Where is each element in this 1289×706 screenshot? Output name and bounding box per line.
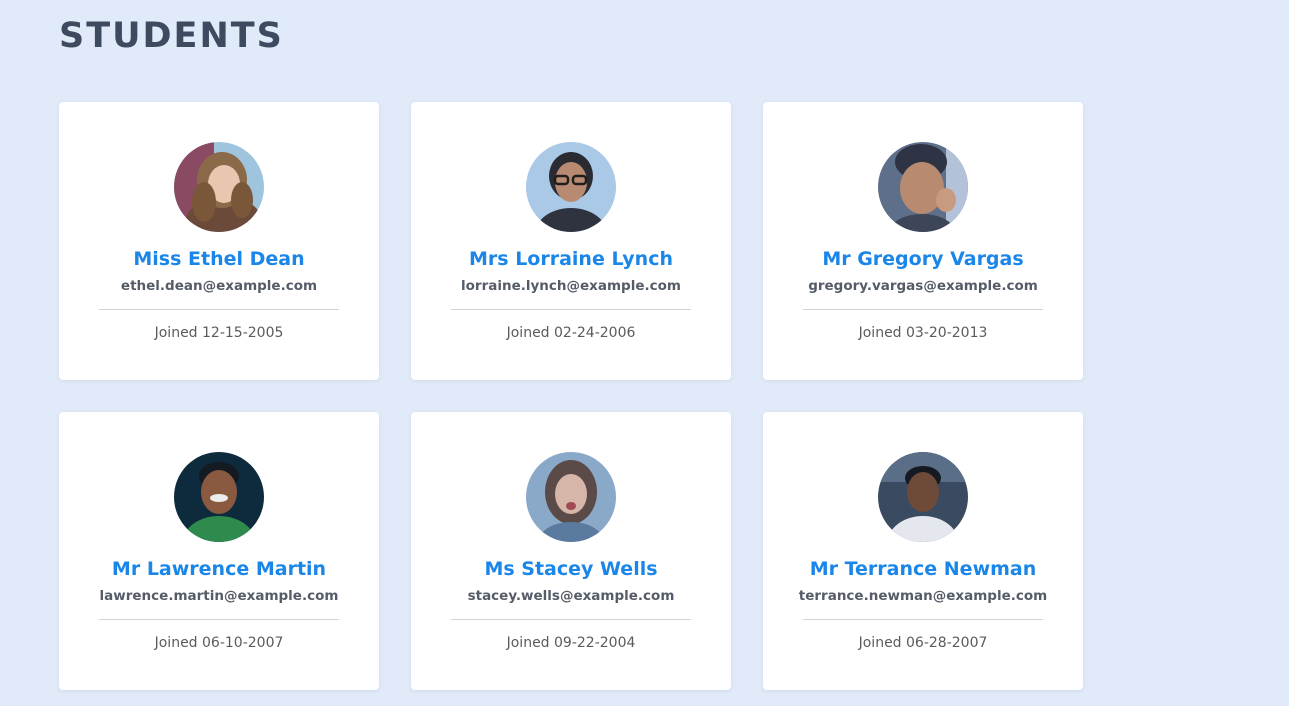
student-name: Mrs Lorraine Lynch [469,248,673,270]
divider [99,309,339,310]
joined-date: Joined 06-10-2007 [154,635,284,651]
joined-date: Joined 12-15-2005 [154,325,284,341]
student-email: terrance.newman@example.com [798,588,1048,604]
divider [99,619,339,620]
student-card[interactable]: Mr Terrance Newman terrance.newman@examp… [763,412,1083,690]
student-name: Ms Stacey Wells [484,558,658,580]
joined-date: Joined 09-22-2004 [506,635,636,651]
student-card[interactable]: Mr Gregory Vargas gregory.vargas@example… [763,102,1083,380]
divider [803,309,1043,310]
students-grid: Miss Ethel Dean ethel.dean@example.com J… [59,102,1083,690]
student-name: Miss Ethel Dean [133,248,305,270]
divider [451,309,691,310]
student-email: stacey.wells@example.com [467,588,675,604]
avatar-photo-woman-surprised [526,452,616,542]
student-card[interactable]: Mr Lawrence Martin lawrence.martin@examp… [59,412,379,690]
student-email: ethel.dean@example.com [120,278,318,294]
divider [451,619,691,620]
avatar-photo-woman-curly-hair [174,142,264,232]
joined-date: Joined 06-28-2007 [858,635,988,651]
avatar-photo-man-smiling [878,142,968,232]
avatar-photo-man-green-shirt [174,452,264,542]
student-name: Mr Terrance Newman [809,558,1037,580]
joined-date: Joined 03-20-2013 [858,325,988,341]
joined-date: Joined 02-24-2006 [506,325,636,341]
divider [803,619,1043,620]
avatar-photo-woman-glasses [526,142,616,232]
student-name: Mr Lawrence Martin [111,558,327,580]
page-title: STUDENTS [59,16,284,56]
student-name: Mr Gregory Vargas [822,248,1024,270]
student-email: lorraine.lynch@example.com [461,278,681,294]
student-email: lawrence.martin@example.com [99,588,339,604]
student-email: gregory.vargas@example.com [808,278,1038,294]
student-card[interactable]: Ms Stacey Wells stacey.wells@example.com… [411,412,731,690]
student-card[interactable]: Mrs Lorraine Lynch lorraine.lynch@exampl… [411,102,731,380]
student-card[interactable]: Miss Ethel Dean ethel.dean@example.com J… [59,102,379,380]
avatar-photo-man-white-shirt [878,452,968,542]
